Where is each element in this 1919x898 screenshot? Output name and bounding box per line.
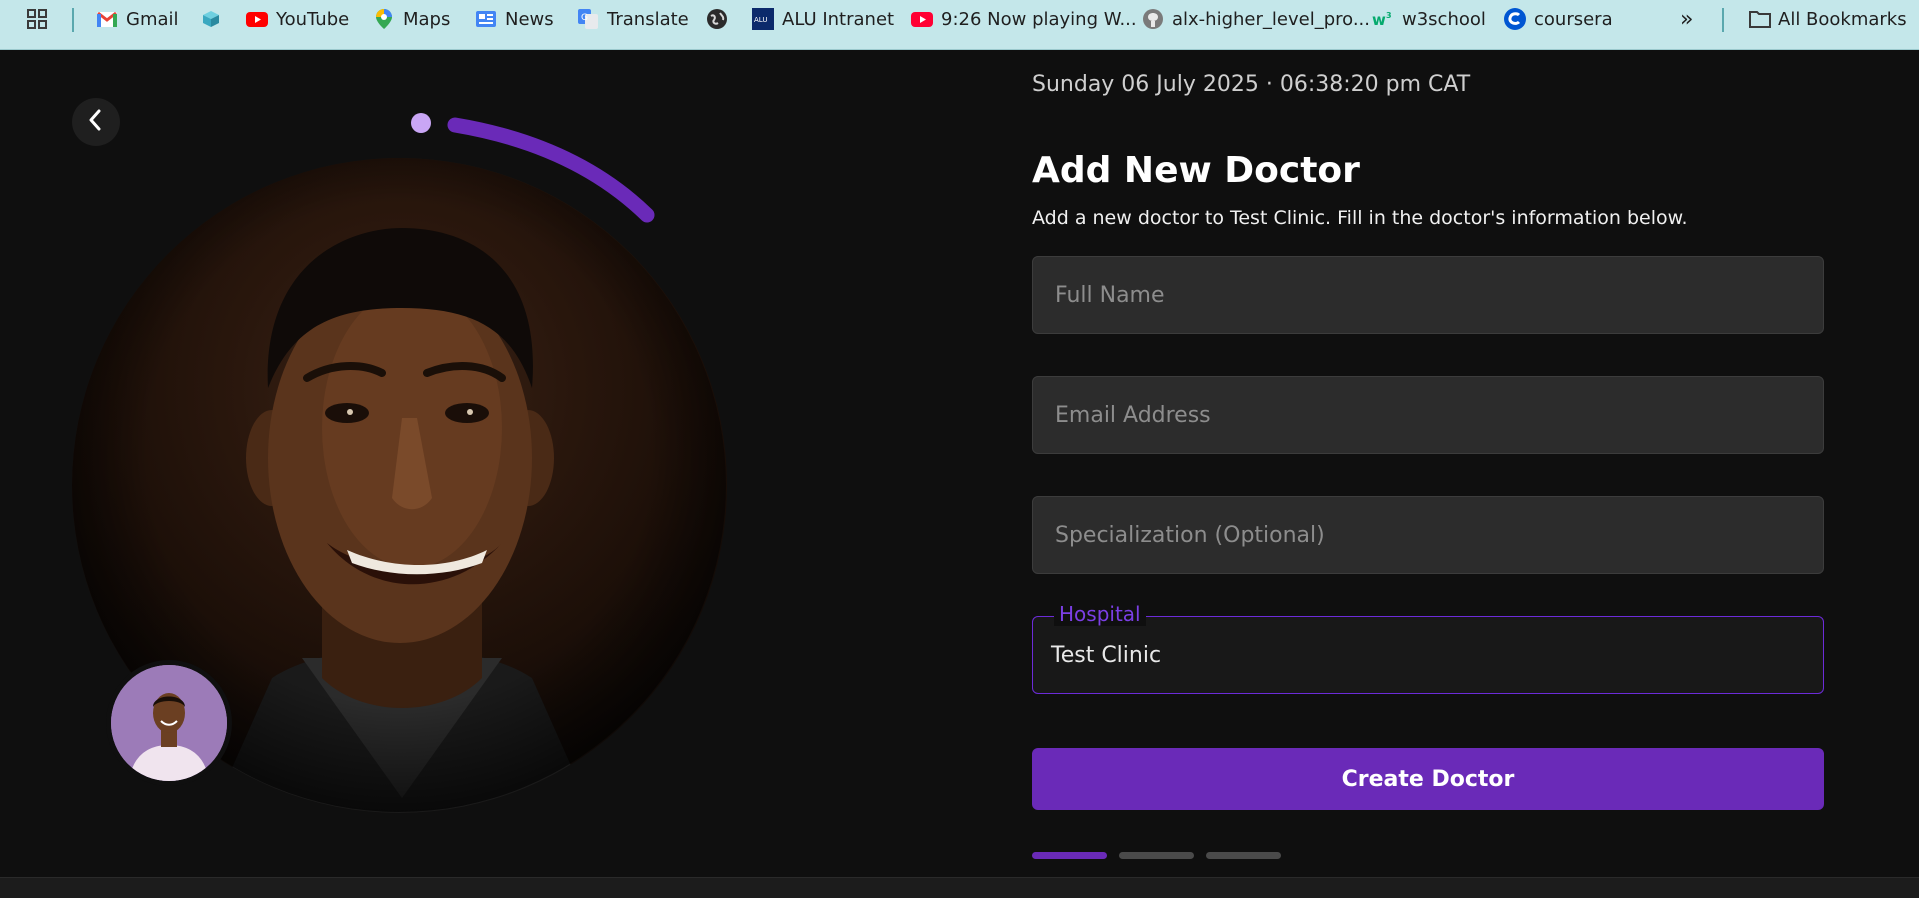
apps-grid-icon (26, 8, 48, 30)
news-icon (475, 8, 497, 30)
folder-icon (1748, 8, 1771, 30)
github-icon (1142, 8, 1164, 30)
bookmarks-separator (72, 8, 74, 32)
full-name-input[interactable]: Full Name (1032, 256, 1824, 334)
bookmark-news[interactable]: News (475, 0, 554, 38)
step-indicator-2 (1119, 852, 1194, 859)
hospital-select[interactable]: Test Clinic (1032, 616, 1824, 694)
coursera-icon (1504, 8, 1526, 30)
youtube-icon (911, 8, 933, 30)
bookmarks-overflow-button[interactable]: » (1680, 0, 1693, 38)
bookmark-gmail[interactable]: Gmail (96, 0, 179, 38)
create-doctor-label: Create Doctor (1341, 766, 1515, 792)
bookmark-github[interactable]: alx-higher_level_pro... (1142, 0, 1370, 38)
svg-text:G: G (581, 13, 588, 23)
email-input[interactable]: Email Address (1032, 376, 1824, 454)
alu-icon: ALU (752, 8, 774, 30)
arc-dot (411, 113, 431, 133)
chevron-double-right-icon: » (1680, 6, 1694, 32)
specialization-placeholder: Specialization (Optional) (1055, 522, 1325, 548)
hospital-value: Test Clinic (1051, 642, 1162, 668)
bookmark-now-playing[interactable]: 9:26 Now playing W... (911, 0, 1137, 38)
bookmarks-bar: Gmail YouTube Maps News G Translate ALU … (0, 0, 1919, 50)
w3-icon: w3 (1372, 8, 1394, 30)
bookmark-box[interactable] (200, 0, 222, 38)
apps-button[interactable] (26, 0, 48, 38)
bookmark-globe[interactable] (706, 0, 728, 38)
hospital-label: Hospital (1054, 602, 1146, 626)
svg-text:w: w (1372, 11, 1386, 29)
bookmark-w3school[interactable]: w3 w3school (1372, 0, 1486, 38)
bookmark-alu-intranet[interactable]: ALU ALU Intranet (752, 0, 894, 38)
globe-icon (706, 8, 728, 30)
gmail-icon (96, 8, 118, 30)
bookmark-maps[interactable]: Maps (373, 0, 450, 38)
bookmark-youtube[interactable]: YouTube (246, 0, 349, 38)
bookmarks-separator (1722, 8, 1724, 32)
page-subtitle: Add a new doctor to Test Clinic. Fill in… (1032, 207, 1688, 229)
page-title: Add New Doctor (1032, 150, 1360, 191)
step-indicator-3 (1206, 852, 1281, 859)
all-bookmarks-button[interactable]: All Bookmarks (1748, 0, 1907, 38)
svg-text:3: 3 (1386, 11, 1392, 20)
youtube-icon (246, 8, 268, 30)
step-indicator-1 (1032, 852, 1107, 859)
bookmark-coursera[interactable]: coursera (1504, 0, 1613, 38)
maps-pin-icon (373, 8, 395, 30)
svg-text:ALU: ALU (754, 16, 767, 24)
translate-icon: G (577, 8, 599, 30)
os-taskbar (0, 877, 1919, 898)
avatar-thumbnail (106, 660, 232, 786)
avatar-image (111, 665, 227, 781)
datetime-display: Sunday 06 July 2025 · 06:38:20 pm CAT (1032, 72, 1471, 97)
bookmark-translate[interactable]: G Translate (577, 0, 689, 38)
box-icon (200, 8, 222, 30)
email-placeholder: Email Address (1055, 402, 1211, 428)
specialization-input[interactable]: Specialization (Optional) (1032, 496, 1824, 574)
create-doctor-button[interactable]: Create Doctor (1032, 748, 1824, 810)
full-name-placeholder: Full Name (1055, 282, 1165, 308)
